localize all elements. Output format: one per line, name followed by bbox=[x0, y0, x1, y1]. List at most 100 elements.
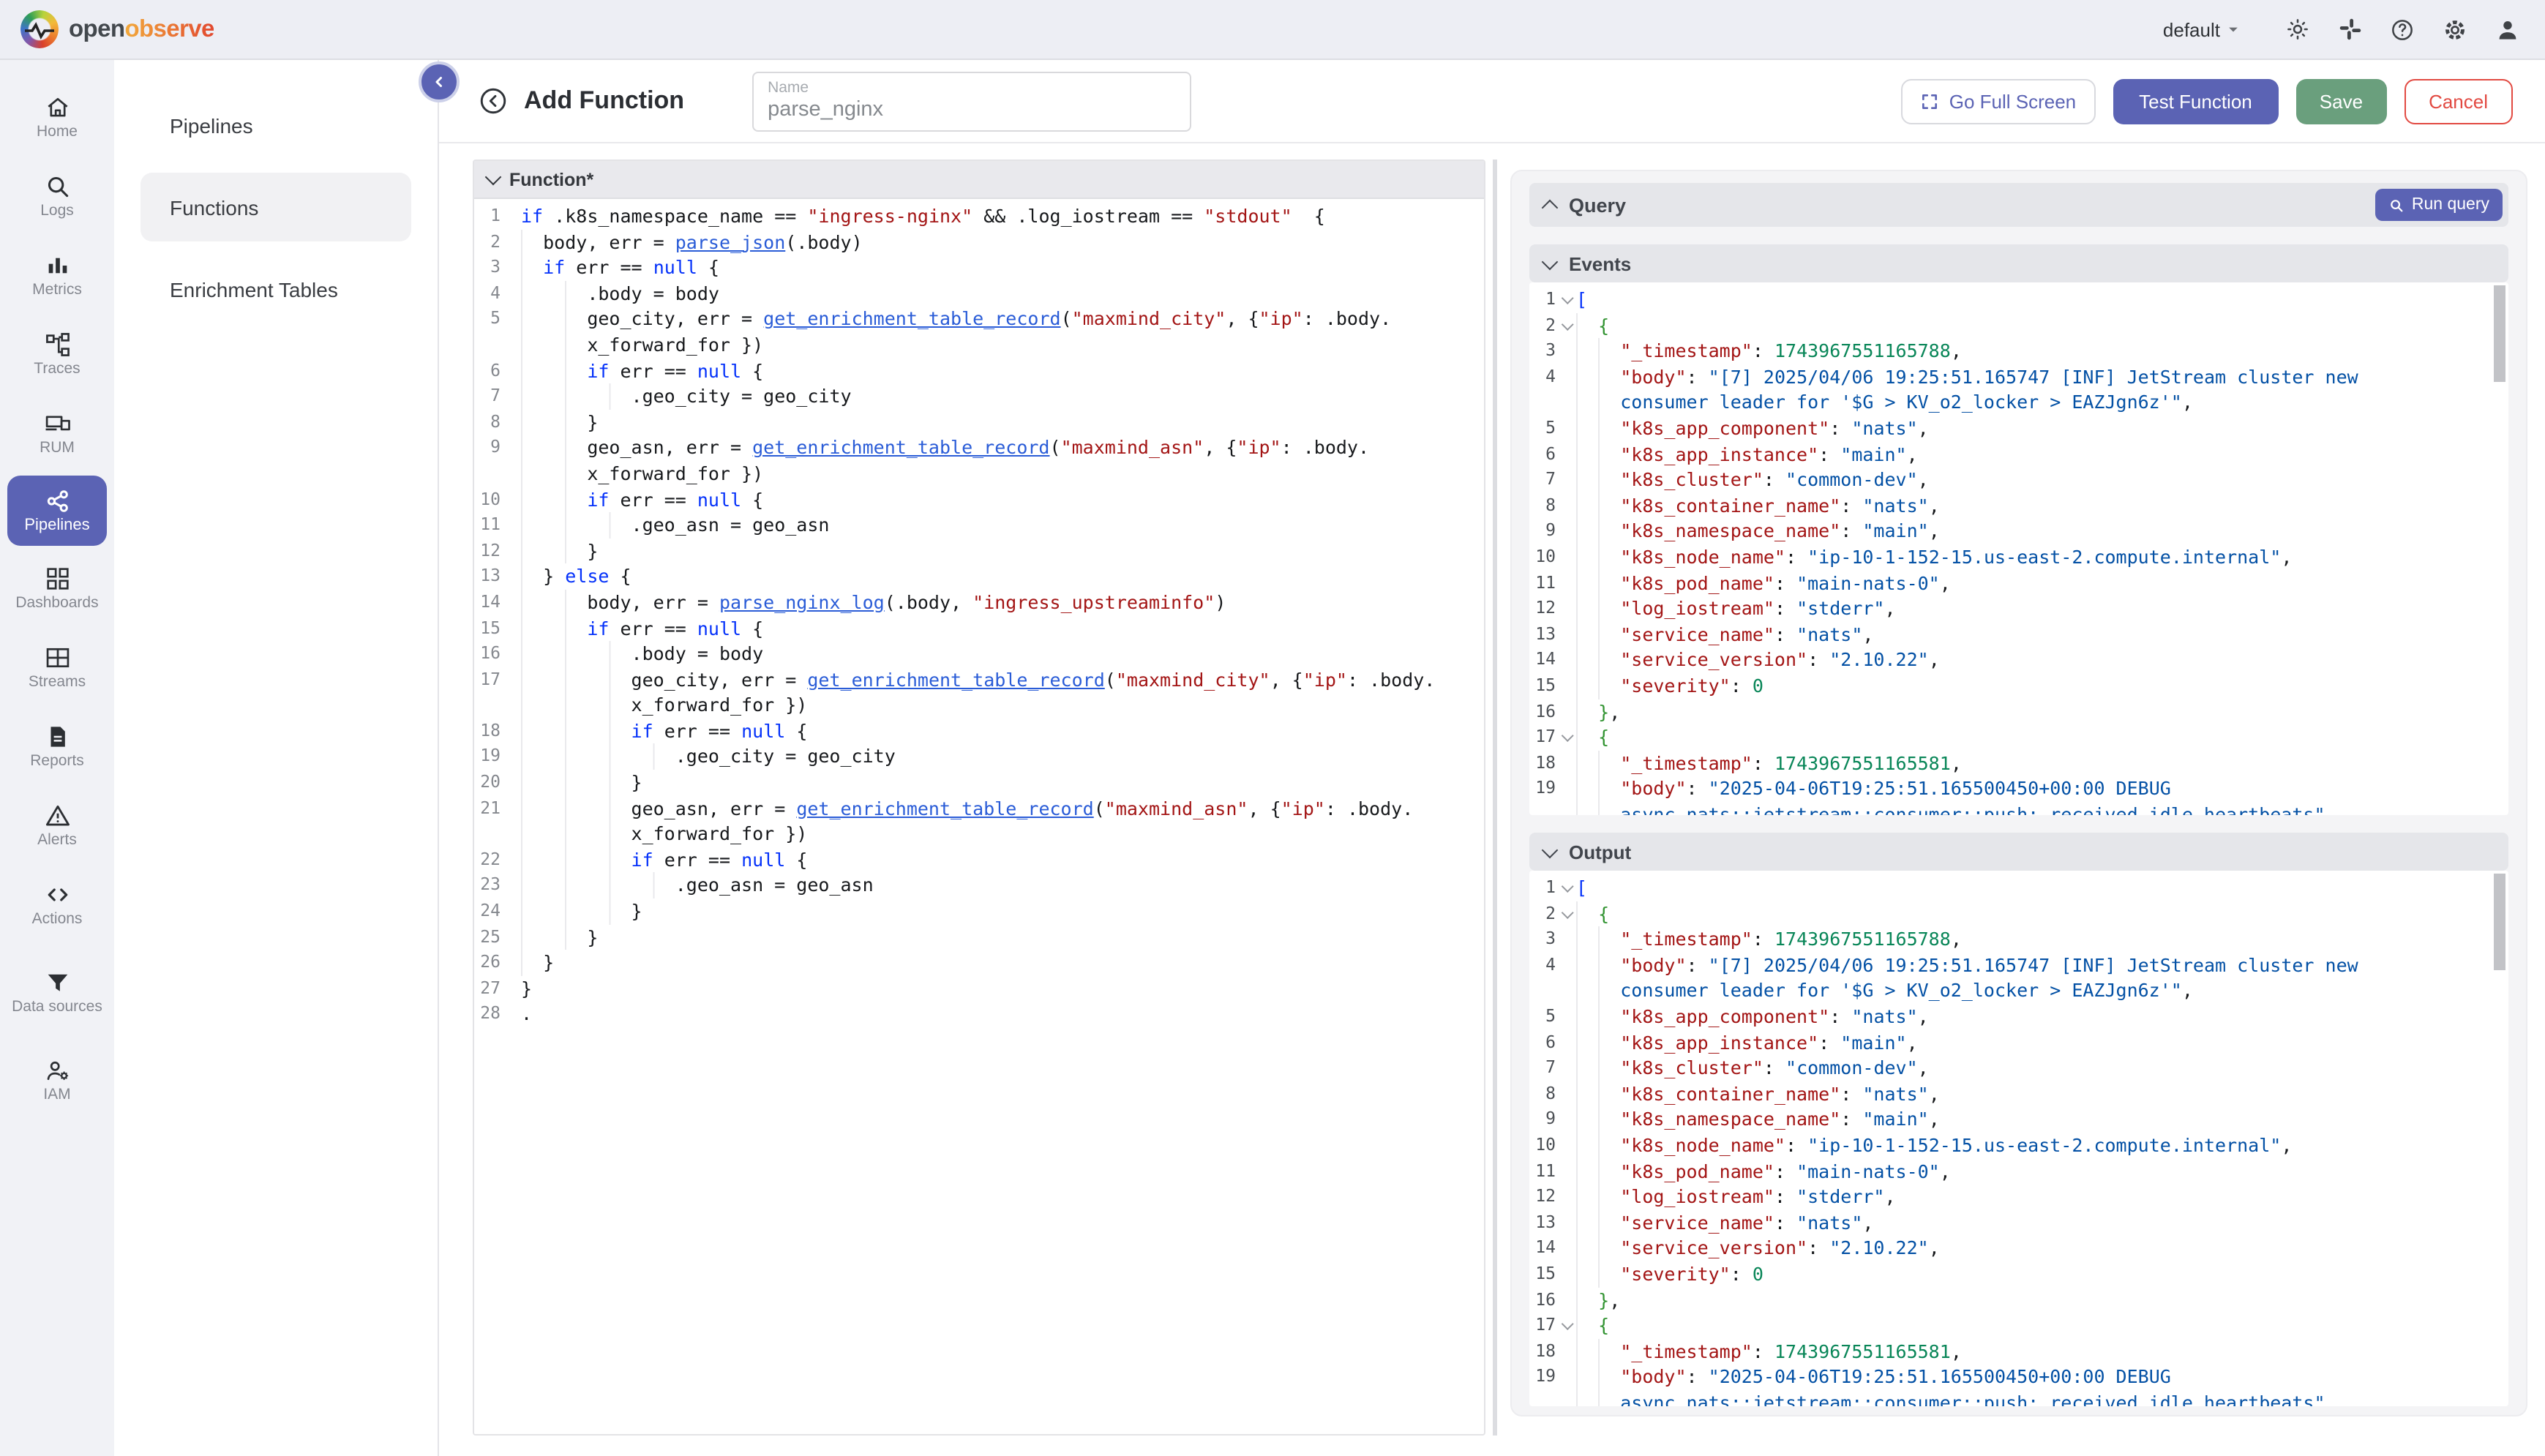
json-row: 19 "body": "2025-04-06T19:25:51.16550045… bbox=[1534, 1365, 2508, 1390]
app-viewport: openobserve default bbox=[0, 0, 2545, 1456]
json-row: 6 "k8s_app_instance": "main", bbox=[1534, 441, 2508, 467]
json-row: 9 "k8s_namespace_name": "main", bbox=[1534, 519, 2508, 544]
code-row: 21 geo_asn, err = get_enrichment_table_r… bbox=[479, 795, 1484, 821]
json-row: consumer leader for '$G > KV_o2_locker >… bbox=[1534, 978, 2508, 1004]
json-row: 14 "service_version": "2.10.22", bbox=[1534, 1236, 2508, 1261]
sidebar-item-label: IAM bbox=[43, 1087, 70, 1103]
code-row: 8 } bbox=[479, 410, 1484, 435]
sidebar-item-dashboards[interactable]: Dashboards bbox=[7, 552, 107, 625]
json-row: 12 "log_iostream": "stderr", bbox=[1534, 596, 2508, 621]
cancel-button[interactable]: Cancel bbox=[2404, 78, 2513, 124]
go-full-screen-button[interactable]: Go Full Screen bbox=[1901, 78, 2095, 124]
vrl-code-editor[interactable]: 1if .k8s_namespace_name == "ingress-ngin… bbox=[474, 199, 1484, 1436]
sidebar-item-label: Dashboards bbox=[15, 596, 98, 612]
panel-splitter[interactable] bbox=[1493, 160, 1497, 1436]
events-section-header[interactable]: Events bbox=[1529, 244, 2508, 282]
events-json-editor[interactable]: 1[2 {3 "_timestamp": 1743967551165788,4 … bbox=[1529, 282, 2508, 815]
openobserve-logo: openobserve bbox=[20, 10, 214, 48]
function-section-title: Function* bbox=[509, 169, 593, 189]
code-brackets-icon bbox=[43, 881, 71, 909]
test-function-button[interactable]: Test Function bbox=[2113, 78, 2279, 124]
json-row: 8 "k8s_container_name": "nats", bbox=[1534, 493, 2508, 519]
code-row: x_forward_for }) bbox=[479, 822, 1484, 847]
sidebar-item-streams[interactable]: Streams bbox=[7, 631, 107, 704]
code-row: 24 } bbox=[479, 898, 1484, 924]
json-row: 1[ bbox=[1534, 875, 2508, 901]
sidebar-item-logs[interactable]: Logs bbox=[7, 160, 107, 233]
code-row: x_forward_for }) bbox=[479, 693, 1484, 718]
logo-waveform-icon bbox=[25, 22, 54, 40]
json-row: 5 "k8s_app_component": "nats", bbox=[1534, 416, 2508, 441]
json-row: 4 "body": "[7] 2025/04/06 19:25:51.16574… bbox=[1534, 953, 2508, 978]
code-row: 25 } bbox=[479, 924, 1484, 950]
sidebar-item-label: Home bbox=[37, 124, 78, 140]
sidebar-item-home[interactable]: Home bbox=[7, 80, 107, 154]
sidebar-item-rum[interactable]: RUM bbox=[7, 397, 107, 470]
theme-toggle-button[interactable] bbox=[2283, 15, 2311, 43]
pipelines-subnav: Pipelines Functions Enrichment Tables bbox=[114, 60, 439, 1456]
collapse-sidebar-button[interactable] bbox=[419, 61, 460, 102]
devices-icon bbox=[43, 410, 71, 438]
code-row: 13 } else { bbox=[479, 564, 1484, 590]
sidebar-item-label: Traces bbox=[34, 361, 80, 378]
subnav-item-pipelines[interactable]: Pipelines bbox=[140, 91, 411, 160]
sidebar-item-label: Reports bbox=[30, 754, 84, 770]
run-query-button[interactable]: Run query bbox=[2375, 189, 2503, 221]
function-name-field[interactable]: Name parse_nginx bbox=[751, 71, 1191, 131]
events-scrollbar-thumb[interactable] bbox=[2494, 285, 2505, 382]
trace-tree-icon bbox=[43, 331, 71, 359]
code-row: 10 if err == null { bbox=[479, 487, 1484, 512]
org-selector[interactable]: default bbox=[2163, 18, 2244, 40]
json-row: 4 "body": "[7] 2025/04/06 19:25:51.16574… bbox=[1534, 364, 2508, 390]
sidebar-item-traces[interactable]: Traces bbox=[7, 318, 107, 391]
json-row: 13 "service_name": "nats", bbox=[1534, 1209, 2508, 1235]
code-row: 17 geo_city, err = get_enrichment_table_… bbox=[479, 667, 1484, 692]
user-menu-button[interactable] bbox=[2494, 15, 2522, 43]
code-row: 7 .geo_city = geo_city bbox=[479, 383, 1484, 409]
sidebar-item-label: Streams bbox=[29, 675, 86, 691]
output-scrollbar-thumb[interactable] bbox=[2494, 874, 2505, 970]
share-icon bbox=[43, 487, 71, 514]
help-button[interactable] bbox=[2388, 15, 2416, 43]
query-section-header[interactable]: Query Run query bbox=[1529, 183, 2508, 227]
sidebar-item-pipelines[interactable]: Pipelines bbox=[7, 476, 107, 546]
home-icon bbox=[43, 94, 71, 121]
json-row: 17 { bbox=[1534, 724, 2508, 750]
json-row: 13 "service_name": "nats", bbox=[1534, 621, 2508, 647]
json-row: 5 "k8s_app_component": "nats", bbox=[1534, 1004, 2508, 1029]
sidebar-item-metrics[interactable]: Metrics bbox=[7, 239, 107, 312]
code-row: 22 if err == null { bbox=[479, 847, 1484, 873]
output-section-title: Output bbox=[1569, 841, 1631, 863]
function-section-header[interactable]: Function* bbox=[474, 161, 1484, 199]
code-row: 4 .body = body bbox=[479, 281, 1484, 307]
slack-button[interactable] bbox=[2336, 15, 2364, 43]
json-row: 3 "_timestamp": 1743967551165788, bbox=[1534, 338, 2508, 364]
sidebar-item-reports[interactable]: Reports bbox=[7, 710, 107, 783]
code-row: 15 if err == null { bbox=[479, 615, 1484, 641]
back-button[interactable] bbox=[477, 85, 509, 117]
chevron-down-icon bbox=[485, 169, 502, 186]
slack-icon bbox=[2336, 16, 2363, 42]
sidebar-item-actions[interactable]: Actions bbox=[7, 868, 107, 941]
code-row: 9 geo_asn, err = get_enrichment_table_re… bbox=[479, 435, 1484, 461]
sidebar-item-alerts[interactable]: Alerts bbox=[7, 789, 107, 862]
sidebar-item-iam[interactable]: IAM bbox=[7, 1043, 107, 1117]
subnav-item-functions[interactable]: Functions bbox=[140, 173, 411, 241]
settings-button[interactable] bbox=[2441, 15, 2469, 43]
json-row: 7 "k8s_cluster": "common-dev", bbox=[1534, 467, 2508, 492]
code-row: 11 .geo_asn = geo_asn bbox=[479, 512, 1484, 538]
function-editor-card: Function* 1if .k8s_namespace_name == "in… bbox=[473, 160, 1485, 1436]
sidebar-item-label: Data sources bbox=[12, 999, 102, 1016]
json-row: 7 "k8s_cluster": "common-dev", bbox=[1534, 1055, 2508, 1081]
output-section-header[interactable]: Output bbox=[1529, 833, 2508, 871]
code-row: 27} bbox=[479, 976, 1484, 1002]
logo-text: openobserve bbox=[69, 18, 214, 42]
code-row: 5 geo_city, err = get_enrichment_table_r… bbox=[479, 307, 1484, 332]
json-row: 18 "_timestamp": 1743967551165581, bbox=[1534, 1338, 2508, 1364]
sidebar-item-data-sources[interactable]: Data sources bbox=[7, 947, 107, 1037]
output-json-editor[interactable]: 1[2 {3 "_timestamp": 1743967551165788,4 … bbox=[1529, 871, 2508, 1406]
save-button[interactable]: Save bbox=[2296, 78, 2386, 124]
json-row: 10 "k8s_node_name": "ip-10-1-152-15.us-e… bbox=[1534, 1133, 2508, 1158]
subnav-item-enrichment-tables[interactable]: Enrichment Tables bbox=[140, 255, 411, 323]
fullscreen-icon bbox=[1920, 91, 1939, 110]
